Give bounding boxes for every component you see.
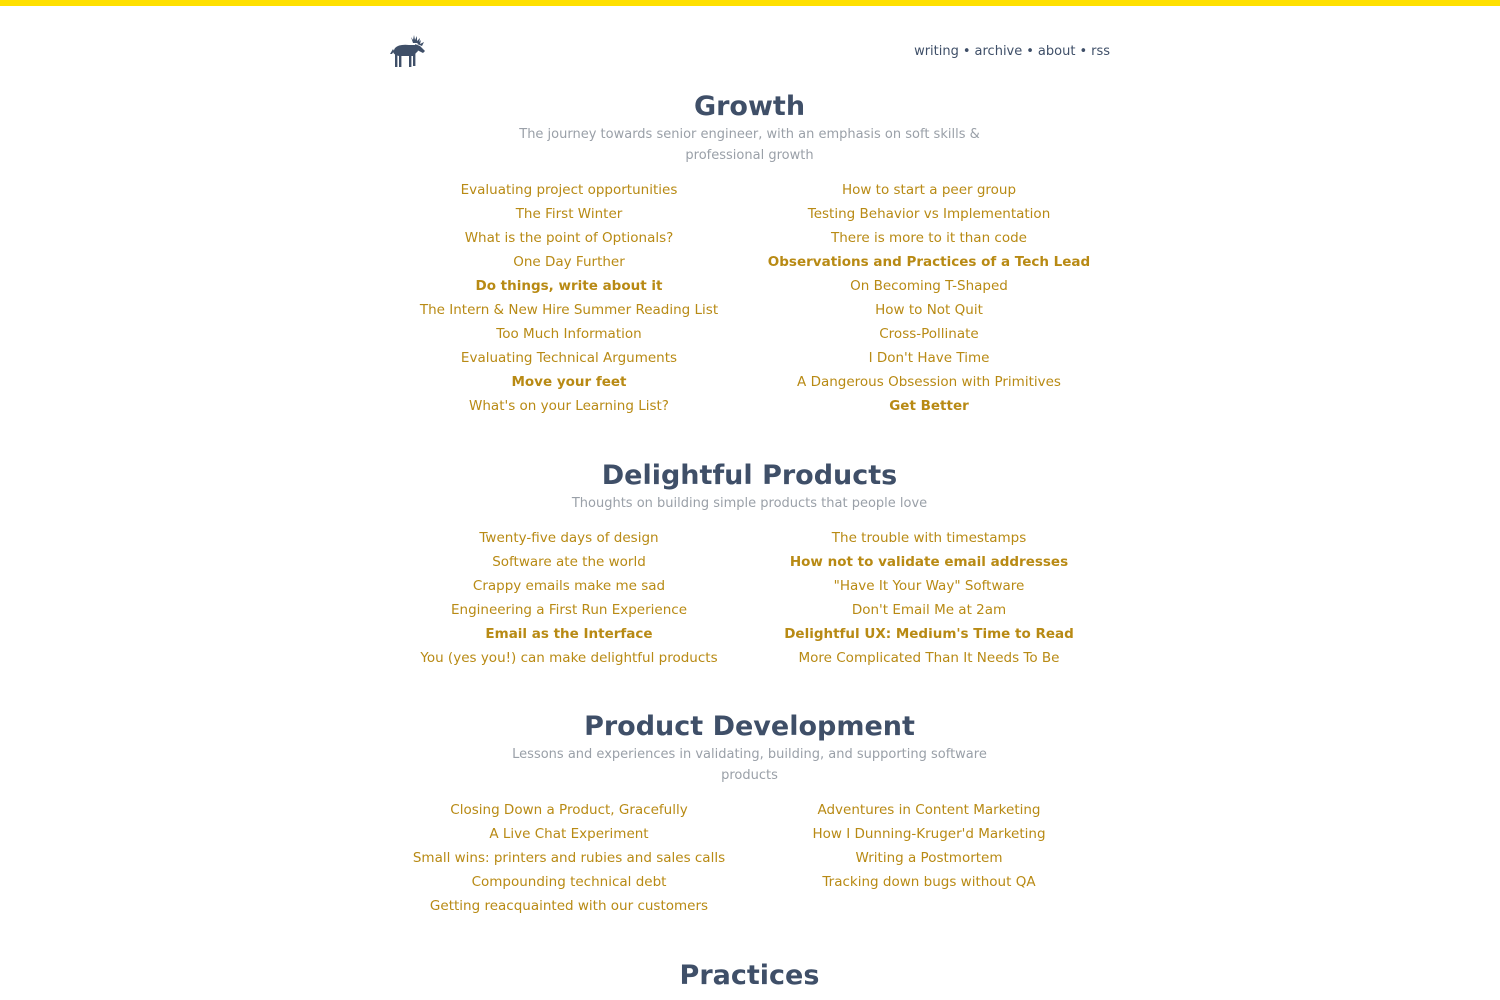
post-list-right: The trouble with timestamps How not to va…: [749, 526, 1109, 670]
post-link[interactable]: On Becoming T-Shaped: [749, 274, 1109, 298]
post-link[interactable]: Observations and Practices of a Tech Lea…: [749, 250, 1109, 274]
post-link[interactable]: You (yes you!) can make delightful produ…: [389, 646, 749, 670]
site-nav: writing • archive • about • rss: [914, 44, 1110, 59]
post-link[interactable]: "Have It Your Way" Software: [749, 574, 1109, 598]
post-link[interactable]: The First Winter: [389, 202, 749, 226]
post-link[interactable]: More Complicated Than It Needs To Be: [749, 646, 1109, 670]
post-link[interactable]: The Intern & New Hire Summer Reading Lis…: [389, 298, 749, 322]
post-link[interactable]: Compounding technical debt: [389, 870, 749, 894]
section-description: The journey towards senior engineer, wit…: [519, 127, 980, 163]
accent-bar: [0, 0, 1500, 6]
post-link[interactable]: How to start a peer group: [749, 178, 1109, 202]
post-link[interactable]: Cross-Pollinate: [749, 322, 1109, 346]
site-header: writing • archive • about • rss: [389, 34, 1110, 70]
section-practices: Practices: [389, 959, 1110, 993]
post-list-right: How to start a peer group Testing Behavio…: [749, 178, 1109, 418]
post-link[interactable]: Email as the Interface: [389, 622, 749, 646]
post-link[interactable]: The trouble with timestamps: [749, 526, 1109, 550]
section-title: Product Development: [584, 711, 915, 742]
post-list-left: Evaluating project opportunities The Firs…: [389, 178, 749, 418]
post-link[interactable]: A Live Chat Experiment: [389, 822, 749, 846]
section-title: Practices: [679, 960, 820, 991]
nav-about[interactable]: about: [1038, 44, 1076, 59]
post-link[interactable]: One Day Further: [389, 250, 749, 274]
section-delightful-products: Delightful Products Thoughts on building…: [389, 459, 1110, 666]
nav-separator: •: [1026, 44, 1034, 59]
post-link[interactable]: Get Better: [749, 394, 1109, 418]
post-link[interactable]: What's on your Learning List?: [389, 394, 749, 418]
nav-separator: •: [962, 44, 971, 59]
post-link[interactable]: Small wins: printers and rubies and sale…: [389, 846, 749, 870]
post-link[interactable]: Engineering a First Run Experience: [389, 598, 749, 622]
post-link[interactable]: I Don't Have Time: [749, 346, 1109, 370]
section-title: Growth: [693, 91, 806, 122]
post-link[interactable]: Do things, write about it: [389, 274, 749, 298]
post-link[interactable]: A Dangerous Obsession with Primitives: [749, 370, 1109, 394]
post-link[interactable]: Don't Email Me at 2am: [749, 598, 1109, 622]
post-list-right: Adventures in Content Marketing How I Dun…: [749, 798, 1109, 894]
post-link[interactable]: How to Not Quit: [749, 298, 1109, 322]
post-link[interactable]: Adventures in Content Marketing: [749, 798, 1109, 822]
post-link[interactable]: Too Much Information: [389, 322, 749, 346]
post-link[interactable]: Move your feet: [389, 370, 749, 394]
post-list-left: Closing Down a Product, Gracefully A Live…: [389, 798, 749, 918]
section-title: Delightful Products: [601, 460, 898, 491]
section-product-development: Product Development Lessons and experien…: [389, 710, 1110, 914]
section-description: Lessons and experiences in validating, b…: [512, 747, 987, 783]
post-link[interactable]: There is more to it than code: [749, 226, 1109, 250]
post-link[interactable]: Delightful UX: Medium's Time to Read: [749, 622, 1109, 646]
post-link[interactable]: Tracking down bugs without QA: [749, 870, 1109, 894]
post-link[interactable]: Testing Behavior vs Implementation: [749, 202, 1109, 226]
post-link[interactable]: Closing Down a Product, Gracefully: [389, 798, 749, 822]
post-link[interactable]: How not to validate email addresses: [749, 550, 1109, 574]
post-list-left: Twenty-five days of design Software ate t…: [389, 526, 749, 670]
section-growth: Growth The journey towards senior engine…: [389, 90, 1110, 414]
post-link[interactable]: How I Dunning-Kruger'd Marketing: [749, 822, 1109, 846]
nav-rss[interactable]: rss: [1091, 44, 1110, 59]
post-link[interactable]: Twenty-five days of design: [389, 526, 749, 550]
nav-writing[interactable]: writing: [914, 44, 959, 59]
post-link[interactable]: What is the point of Optionals?: [389, 226, 749, 250]
post-link[interactable]: Software ate the world: [389, 550, 749, 574]
post-link[interactable]: Writing a Postmortem: [749, 846, 1109, 870]
nav-separator: •: [1079, 44, 1088, 59]
nav-archive[interactable]: archive: [975, 44, 1023, 59]
post-link[interactable]: Evaluating project opportunities: [389, 178, 749, 202]
post-link[interactable]: Getting reacquainted with our customers: [389, 894, 749, 918]
post-link[interactable]: Evaluating Technical Arguments: [389, 346, 749, 370]
section-description: Thoughts on building simple products tha…: [571, 496, 928, 511]
post-link[interactable]: Crappy emails make me sad: [389, 574, 749, 598]
moose-logo-icon[interactable]: [389, 34, 427, 70]
